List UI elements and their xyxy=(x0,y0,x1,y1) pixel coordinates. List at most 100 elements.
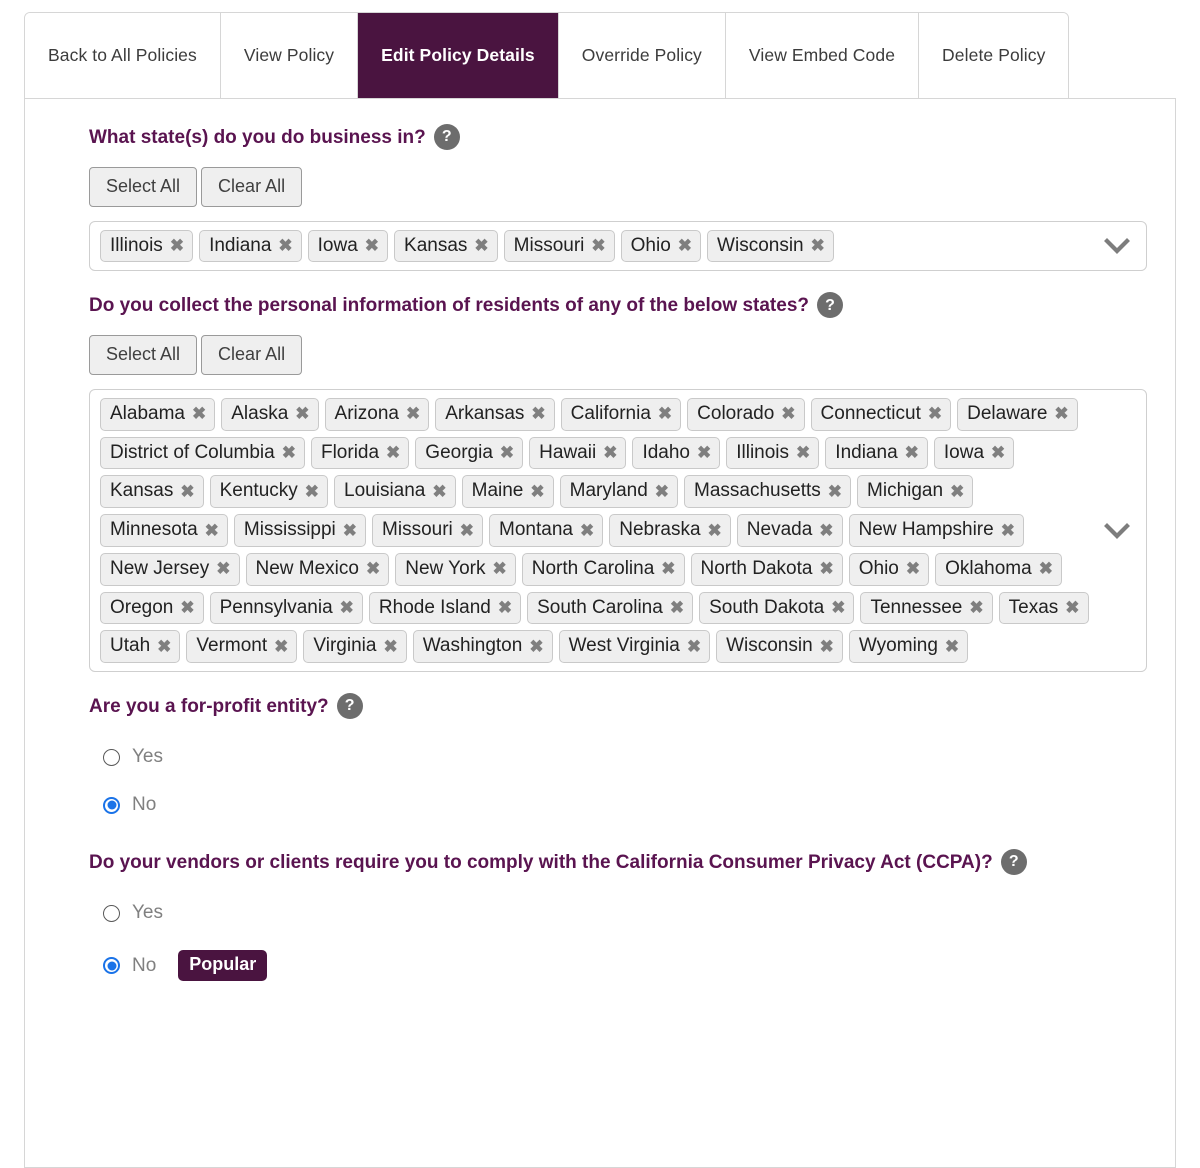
remove-tag-icon[interactable]: ✖ xyxy=(580,522,594,539)
chevron-down-icon[interactable] xyxy=(1104,237,1130,254)
remove-tag-icon[interactable]: ✖ xyxy=(670,599,684,616)
remove-tag-icon[interactable]: ✖ xyxy=(340,599,354,616)
remove-tag-icon[interactable]: ✖ xyxy=(708,522,722,539)
remove-tag-icon[interactable]: ✖ xyxy=(950,483,964,500)
help-icon[interactable]: ? xyxy=(336,693,363,720)
remove-tag-icon[interactable]: ✖ xyxy=(1054,405,1068,422)
resident-states-multiselect[interactable]: Alabama ✖ Alaska ✖ Arizona ✖ Arkansas ✖ Californ… xyxy=(89,388,1147,673)
tag-ohio: Ohio ✖ xyxy=(620,229,702,263)
remove-tag-icon[interactable]: ✖ xyxy=(386,444,400,461)
remove-tag-icon[interactable]: ✖ xyxy=(295,405,309,422)
remove-tag-icon[interactable]: ✖ xyxy=(687,638,701,655)
select-all-button-resident-states[interactable]: Select All xyxy=(89,335,198,375)
tag-vermont: Vermont ✖ xyxy=(186,630,298,664)
remove-tag-icon[interactable]: ✖ xyxy=(831,599,845,616)
tag-arkansas: Arkansas ✖ xyxy=(435,397,555,431)
remove-tag-icon[interactable]: ✖ xyxy=(811,237,825,254)
radio-label[interactable]: Yes xyxy=(132,746,163,768)
remove-tag-icon[interactable]: ✖ xyxy=(905,444,919,461)
radio-for_profit-no[interactable] xyxy=(103,796,120,814)
remove-tag-icon[interactable]: ✖ xyxy=(500,444,514,461)
tag-label: Illinois xyxy=(736,441,790,463)
help-icon[interactable]: ? xyxy=(1000,849,1027,876)
remove-tag-icon[interactable]: ✖ xyxy=(530,483,544,500)
tag-hawaii: Hawaii ✖ xyxy=(529,436,627,470)
radio-row-ccpa-yes[interactable]: Yes xyxy=(103,902,1147,924)
radio-label[interactable]: Yes xyxy=(132,902,163,924)
tab-view-policy[interactable]: View Policy xyxy=(220,13,359,98)
radio-ccpa-yes[interactable] xyxy=(103,904,120,922)
remove-tag-icon[interactable]: ✖ xyxy=(1001,522,1015,539)
remove-tag-icon[interactable]: ✖ xyxy=(180,483,194,500)
remove-tag-icon[interactable]: ✖ xyxy=(498,599,512,616)
remove-tag-icon[interactable]: ✖ xyxy=(1039,560,1053,577)
remove-tag-icon[interactable]: ✖ xyxy=(928,405,942,422)
remove-tag-icon[interactable]: ✖ xyxy=(828,483,842,500)
remove-tag-icon[interactable]: ✖ xyxy=(819,522,833,539)
help-icon[interactable]: ? xyxy=(433,124,460,150)
remove-tag-icon[interactable]: ✖ xyxy=(781,405,795,422)
remove-tag-icon[interactable]: ✖ xyxy=(460,522,474,539)
tag-minnesota: Minnesota ✖ xyxy=(100,514,228,547)
remove-tag-icon[interactable]: ✖ xyxy=(945,638,959,655)
tag-maine: Maine ✖ xyxy=(461,475,554,509)
tag-new-jersey: New Jersey ✖ xyxy=(100,552,240,586)
remove-tag-icon[interactable]: ✖ xyxy=(820,638,834,655)
remove-tag-icon[interactable]: ✖ xyxy=(529,638,543,655)
tab-back-to-all-policies[interactable]: Back to All Policies xyxy=(25,13,221,98)
clear-all-button-resident-states[interactable]: Clear All xyxy=(201,335,303,375)
remove-tag-icon[interactable]: ✖ xyxy=(531,405,545,422)
remove-tag-icon[interactable]: ✖ xyxy=(157,638,171,655)
remove-tag-icon[interactable]: ✖ xyxy=(603,444,617,461)
radio-for_profit-yes[interactable] xyxy=(103,748,120,766)
radio-row-for_profit-no[interactable]: No xyxy=(103,794,1147,816)
remove-tag-icon[interactable]: ✖ xyxy=(474,237,488,254)
tab-override-policy[interactable]: Override Policy xyxy=(558,13,726,98)
remove-tag-icon[interactable]: ✖ xyxy=(655,483,669,500)
radio-ccpa-no[interactable] xyxy=(103,957,120,975)
radio-label[interactable]: No xyxy=(132,955,156,977)
remove-tag-icon[interactable]: ✖ xyxy=(366,560,380,577)
remove-tag-icon[interactable]: ✖ xyxy=(591,237,605,254)
tab-view-embed-code[interactable]: View Embed Code xyxy=(725,13,920,98)
tag-label: Mississippi xyxy=(243,519,336,541)
remove-tag-icon[interactable]: ✖ xyxy=(796,444,810,461)
remove-tag-icon[interactable]: ✖ xyxy=(969,599,983,616)
business-states-bulk-actions: Select All Clear All xyxy=(89,167,1147,207)
remove-tag-icon[interactable]: ✖ xyxy=(906,560,920,577)
remove-tag-icon[interactable]: ✖ xyxy=(305,483,319,500)
radio-row-for_profit-yes[interactable]: Yes xyxy=(103,746,1147,768)
select-all-button-business-states[interactable]: Select All xyxy=(89,167,198,207)
remove-tag-icon[interactable]: ✖ xyxy=(432,483,446,500)
remove-tag-icon[interactable]: ✖ xyxy=(658,405,672,422)
remove-tag-icon[interactable]: ✖ xyxy=(661,560,675,577)
remove-tag-icon[interactable]: ✖ xyxy=(819,560,833,577)
remove-tag-icon[interactable]: ✖ xyxy=(192,405,206,422)
tab-delete-policy[interactable]: Delete Policy xyxy=(919,13,1069,98)
tab-edit-policy-details[interactable]: Edit Policy Details xyxy=(358,13,559,98)
remove-tag-icon[interactable]: ✖ xyxy=(180,599,194,616)
business-states-multiselect[interactable]: Illinois ✖ Indiana ✖ Iowa ✖ Kansas ✖ Missouri ✖ Oh… xyxy=(89,220,1147,272)
remove-tag-icon[interactable]: ✖ xyxy=(205,522,219,539)
question-for-profit-text: Are you a for-profit entity? xyxy=(89,696,329,718)
remove-tag-icon[interactable]: ✖ xyxy=(991,444,1005,461)
remove-tag-icon[interactable]: ✖ xyxy=(343,522,357,539)
radio-label[interactable]: No xyxy=(132,794,156,816)
radio-row-ccpa-no[interactable]: No Popular xyxy=(103,950,1147,981)
remove-tag-icon[interactable]: ✖ xyxy=(383,638,397,655)
remove-tag-icon[interactable]: ✖ xyxy=(493,560,507,577)
question-business-states: What state(s) do you do business in?? xyxy=(89,124,1147,151)
remove-tag-icon[interactable]: ✖ xyxy=(697,444,711,461)
remove-tag-icon[interactable]: ✖ xyxy=(216,560,230,577)
help-icon[interactable]: ? xyxy=(817,292,843,319)
remove-tag-icon[interactable]: ✖ xyxy=(678,237,692,254)
remove-tag-icon[interactable]: ✖ xyxy=(170,237,184,254)
clear-all-button-business-states[interactable]: Clear All xyxy=(201,167,303,207)
remove-tag-icon[interactable]: ✖ xyxy=(365,237,379,254)
remove-tag-icon[interactable]: ✖ xyxy=(1065,599,1079,616)
remove-tag-icon[interactable]: ✖ xyxy=(278,237,292,254)
chevron-down-icon[interactable] xyxy=(1104,522,1130,539)
remove-tag-icon[interactable]: ✖ xyxy=(274,638,288,655)
remove-tag-icon[interactable]: ✖ xyxy=(282,444,296,461)
remove-tag-icon[interactable]: ✖ xyxy=(406,405,420,422)
